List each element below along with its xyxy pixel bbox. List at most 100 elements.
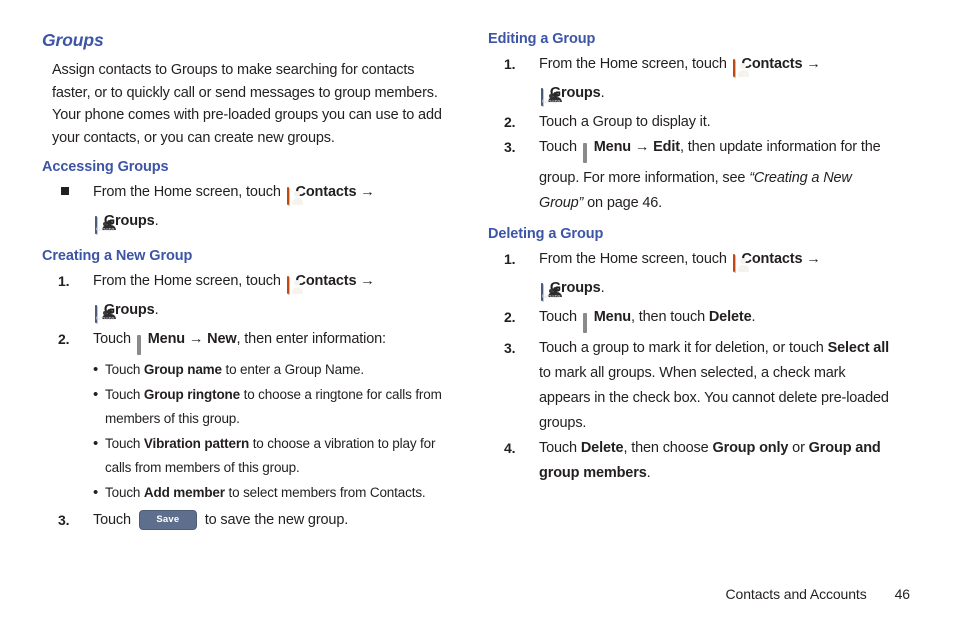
edit-label: Edit xyxy=(653,139,680,155)
step-text-before: Touch xyxy=(539,309,577,325)
editing-group-steps: 1. From the Home screen, touch Contacts … xyxy=(488,52,898,216)
menu-label: Menu xyxy=(593,309,631,325)
step-3: 3. Touch a group to mark it for deletion… xyxy=(488,336,898,436)
bullet-text-before: Touch xyxy=(105,484,144,500)
arrow-icon: → xyxy=(360,184,375,200)
menu-icon[interactable] xyxy=(582,309,587,336)
step-2: 2. Touch a Group to display it. xyxy=(488,110,898,135)
creating-group-steps: 1. From the Home screen, touch Contacts … xyxy=(42,269,452,358)
contacts-icon[interactable] xyxy=(286,184,303,209)
bullet-bold-term: Vibration pattern xyxy=(143,435,250,451)
groups-icon[interactable]: Groups xyxy=(95,302,116,327)
creating-group-steps-cont: 3. Touch Save to save the new group. xyxy=(42,505,452,536)
step-text-before: Touch xyxy=(539,440,581,456)
select-all-label: Select all xyxy=(827,340,890,356)
right-column: Editing a Group 1. From the Home screen,… xyxy=(488,30,898,486)
arrow-icon: → xyxy=(188,331,204,347)
step-1: 1. From the Home screen, touch Contacts … xyxy=(42,269,452,327)
contacts-icon[interactable] xyxy=(732,56,749,81)
step-text-after: . xyxy=(646,465,651,481)
bullet-icon: • xyxy=(93,434,99,452)
period: . xyxy=(154,302,159,318)
list-item: From the Home screen, touch Contacts → G… xyxy=(42,180,452,238)
arrow-icon: → xyxy=(634,139,650,155)
creating-group-sub-bullets: • Touch Group name to enter a Group Name… xyxy=(42,358,452,505)
list-item: • Touch Add member to select members fro… xyxy=(42,481,452,506)
period: . xyxy=(600,280,605,296)
bullet-text-after: to select members from Contacts. xyxy=(224,484,426,500)
heading-deleting-a-group: Deleting a Group xyxy=(488,226,604,242)
save-button[interactable]: Save xyxy=(138,510,197,530)
step-text-before: From the Home screen, touch xyxy=(539,56,727,72)
step-marker: 1. xyxy=(504,56,516,72)
left-column: Groups Assign contacts to Groups to make… xyxy=(42,30,452,536)
step-text-before: From the Home screen, touch xyxy=(93,184,281,200)
square-bullet-icon xyxy=(61,180,69,205)
step-text-before: Touch a group to mark it for deletion, o… xyxy=(539,340,828,356)
step-marker: 2. xyxy=(58,331,70,347)
step-text-after: . xyxy=(751,309,756,325)
contacts-icon[interactable] xyxy=(732,251,749,276)
step-text-after: to mark all groups. When selected, a che… xyxy=(539,365,889,431)
step-marker: 2. xyxy=(504,114,516,130)
bullet-bold-term: Group ringtone xyxy=(143,386,241,402)
arrow-icon: → xyxy=(806,56,821,72)
delete-label: Delete xyxy=(580,440,624,456)
bullet-icon: • xyxy=(93,385,99,403)
menu-label: Menu xyxy=(147,331,185,347)
step-3: 3. Touch Menu → Edit, then update inform… xyxy=(488,135,898,216)
step-3: 3. Touch Save to save the new group. xyxy=(42,505,452,536)
period: . xyxy=(600,85,605,101)
step-marker: 3. xyxy=(504,340,516,356)
arrow-icon: → xyxy=(360,273,375,289)
groups-icon[interactable]: Groups xyxy=(541,85,562,110)
arrow-icon: → xyxy=(806,251,821,267)
contacts-icon[interactable] xyxy=(286,273,303,298)
page-title: Groups xyxy=(42,30,104,50)
groups-icon[interactable]: Groups xyxy=(95,213,116,238)
heading-creating-a-new-group: Creating a New Group xyxy=(42,248,193,264)
step-text-after: on page 46. xyxy=(583,195,663,211)
menu-label: Menu xyxy=(593,139,631,155)
contacts-label: Contacts xyxy=(741,56,803,72)
step-marker: 1. xyxy=(58,273,70,289)
intro-paragraph: Assign contacts to Groups to make search… xyxy=(52,62,442,146)
step-text-before: From the Home screen, touch xyxy=(539,251,727,267)
list-item: • Touch Group ringtone to choose a ringt… xyxy=(42,383,452,432)
bullet-bold-term: Group name xyxy=(143,362,222,377)
bullet-text-before: Touch xyxy=(105,435,144,451)
heading-editing-a-group: Editing a Group xyxy=(488,31,596,47)
step-2: 2. Touch Menu → New, then enter informat… xyxy=(42,327,452,358)
step-text: Touch a Group to display it. xyxy=(539,114,711,130)
period: . xyxy=(154,213,159,229)
heading-accessing-groups: Accessing Groups xyxy=(42,159,169,175)
step-marker: 1. xyxy=(504,251,516,267)
bullet-text-after: to enter a Group Name. xyxy=(221,362,365,377)
step-text-before: From the Home screen, touch xyxy=(93,273,281,289)
step-marker: 3. xyxy=(504,139,516,155)
step-text-before: Touch xyxy=(539,139,577,155)
step-1: 1. From the Home screen, touch Contacts … xyxy=(488,52,898,110)
step-text-mid: , then touch xyxy=(631,309,709,325)
step-text-mid2: or xyxy=(788,440,809,456)
menu-icon[interactable] xyxy=(136,331,141,358)
step-text-mid: , then choose xyxy=(623,440,713,456)
bullet-icon: • xyxy=(93,483,99,501)
new-label: New xyxy=(207,331,237,347)
step-text-after: , then enter information: xyxy=(236,331,387,347)
step-marker: 2. xyxy=(504,309,516,325)
group-only-label: Group only xyxy=(712,440,789,456)
list-item: • Touch Vibration pattern to choose a vi… xyxy=(42,432,452,481)
menu-icon[interactable] xyxy=(582,139,587,166)
contacts-label: Contacts xyxy=(295,184,357,200)
footer-chapter: Contacts and Accounts xyxy=(725,586,867,602)
groups-icon[interactable]: Groups xyxy=(541,280,562,305)
bullet-text-before: Touch xyxy=(105,362,144,377)
manual-page: Groups Assign contacts to Groups to make… xyxy=(0,0,954,636)
step-2: 2. Touch Menu, then touch Delete. xyxy=(488,305,898,336)
list-item: • Touch Group name to enter a Group Name… xyxy=(42,358,452,383)
delete-label: Delete xyxy=(708,309,752,325)
deleting-group-steps: 1. From the Home screen, touch Contacts … xyxy=(488,247,898,486)
contacts-label: Contacts xyxy=(741,251,803,267)
contacts-label: Contacts xyxy=(295,273,357,289)
